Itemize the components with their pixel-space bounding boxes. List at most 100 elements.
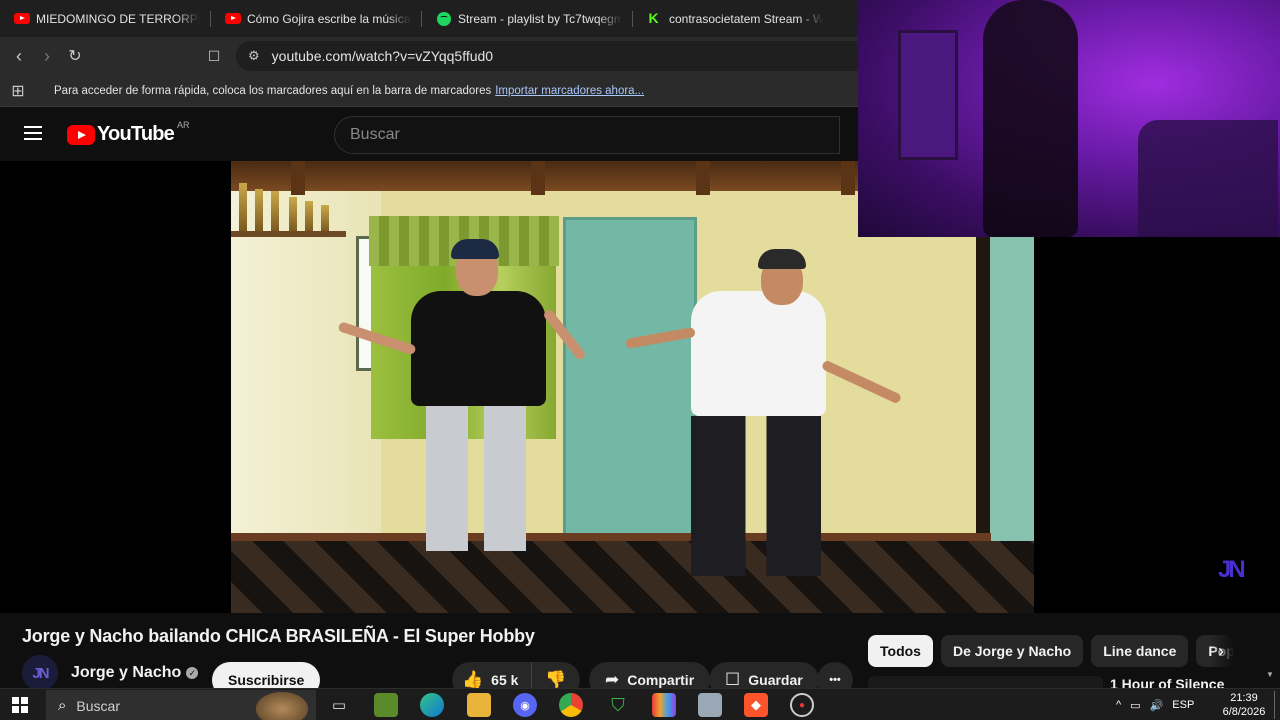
video-scene (691, 291, 826, 416)
forward-icon[interactable]: › (33, 42, 61, 70)
video-scene (531, 161, 545, 195)
verified-icon: ✓ (186, 667, 199, 679)
browser-tab[interactable]: MIEDOMINGO DE TERRORPETON (0, 0, 210, 37)
video-scene (231, 541, 1034, 613)
video-scene (271, 191, 279, 231)
spotify-icon (436, 11, 452, 27)
thumbs-down-icon: 👎 (545, 670, 567, 689)
notepad-icon[interactable] (698, 693, 722, 717)
windows-start-icon[interactable] (12, 697, 28, 713)
video-scene (231, 231, 346, 237)
channel-name-text: Jorge y Nacho (71, 664, 182, 681)
chrome-icon[interactable] (559, 693, 583, 717)
clock[interactable]: 21:39 6/8/2026 (1222, 691, 1266, 719)
date: 6/8/2026 (1222, 706, 1266, 718)
tab-title: contrasocietatem Stream - Watch (669, 11, 823, 26)
chip-channel[interactable]: De Jorge y Nacho (940, 635, 1084, 667)
import-bookmarks-link[interactable]: Importar marcadores ahora... (495, 85, 644, 97)
minecraft-icon[interactable] (374, 693, 398, 717)
like-count: 65 k (491, 672, 519, 688)
brave-icon[interactable]: ◆ (744, 693, 768, 717)
browser-tab[interactable]: K contrasocietatem Stream - Watch (633, 0, 833, 37)
save-playlist-icon: ☐ (725, 670, 741, 689)
menu-icon[interactable] (24, 126, 42, 140)
app-icon[interactable] (652, 693, 676, 717)
video-scene (321, 205, 329, 231)
browser-tab[interactable]: Stream - playlist by Tc7twqegm4 (422, 0, 632, 37)
obs-icon[interactable]: ● (790, 693, 814, 717)
chip-all[interactable]: Todos (868, 635, 933, 667)
tab-title: Cómo Gojira escribe la música M (247, 11, 411, 26)
site-settings-icon[interactable]: ⚙ (248, 48, 260, 64)
file-explorer-icon[interactable] (467, 693, 491, 717)
shield-icon[interactable]: ⛉ (606, 693, 630, 717)
browser-tab[interactable]: Cómo Gojira escribe la música M (211, 0, 421, 37)
video-scene (841, 161, 855, 195)
filter-chips: Todos De Jorge y Nacho Line dance Pop (868, 635, 1242, 667)
tab-title: MIEDOMINGO DE TERRORPETON (36, 11, 200, 26)
save-label: Guardar (748, 672, 803, 688)
video-scene (411, 291, 546, 406)
video-scene (255, 189, 263, 231)
video-scene (758, 249, 806, 269)
video-scene (305, 201, 313, 231)
video-scene (291, 161, 305, 195)
youtube-play-icon (67, 124, 95, 145)
webcam-scene (898, 30, 958, 160)
search-placeholder: Buscar (350, 126, 400, 143)
youtube-icon (14, 11, 30, 27)
youtube-logo[interactable]: YouTube AR (67, 119, 190, 146)
video-scene (696, 161, 710, 195)
volume-icon[interactable]: 🔊 (1150, 699, 1164, 712)
share-label: Compartir (627, 672, 695, 688)
edge-icon[interactable] (420, 693, 444, 717)
dislike-button[interactable]: 👎 (532, 670, 580, 690)
task-view-icon[interactable]: ▭ (327, 693, 351, 717)
video-scene (289, 197, 297, 231)
webcam-scene (983, 0, 1078, 237)
channel-watermark[interactable]: JN (1218, 556, 1246, 584)
video-scene (426, 406, 526, 551)
screen: MIEDOMINGO DE TERRORPETON Cómo Gojira es… (0, 0, 1280, 720)
taskbar-search-input[interactable]: ⌕ Buscar (46, 690, 316, 720)
taskbar-search-placeholder: Buscar (76, 697, 120, 714)
search-input[interactable]: Buscar (334, 116, 840, 154)
reload-icon[interactable]: ↻ (61, 42, 89, 70)
bookmark-icon[interactable]: ☐ (200, 42, 228, 70)
windows-taskbar: ⌕ Buscar ▭ ◉ ⛉ ◆ ● ^ ▭ 🔊 ESP 21:39 6/8/2… (0, 688, 1280, 720)
webcam-scene (1138, 120, 1278, 237)
video-scene (691, 416, 821, 576)
youtube-icon (225, 11, 241, 27)
system-tray: ^ ▭ 🔊 ESP (1116, 689, 1203, 720)
show-desktop-button[interactable] (1274, 691, 1275, 719)
player-letterbox-right (1034, 237, 1280, 613)
share-icon: ➦ (605, 670, 620, 689)
avatar[interactable]: JN (22, 655, 58, 691)
channel-owner: JN Jorge y Nacho ✓ (22, 655, 199, 691)
search-highlight-image (256, 692, 308, 720)
network-icon[interactable]: ▭ (1130, 699, 1140, 712)
channel-name[interactable]: Jorge y Nacho ✓ (71, 664, 199, 682)
webcam-overlay (858, 0, 1280, 237)
video-scene (451, 239, 499, 259)
bookmarks-message: Para acceder de forma rápida, coloca los… (54, 84, 492, 97)
chip-line-dance[interactable]: Line dance (1091, 635, 1189, 667)
apps-grid-icon[interactable]: ⊞ (0, 81, 36, 101)
search-icon: ⌕ (58, 697, 67, 714)
tab-title: Stream - playlist by Tc7twqegm4 (458, 11, 622, 26)
url-text: youtube.com/watch?v=vZYqq5ffud0 (271, 48, 494, 64)
video-scene (239, 183, 247, 231)
time: 21:39 (1230, 692, 1258, 704)
kick-icon: K (648, 10, 659, 26)
player-letterbox-left (0, 161, 231, 613)
logo-text: YouTube (97, 123, 175, 145)
country-code: AR (176, 119, 190, 130)
video-scene (563, 217, 697, 539)
chevron-up-icon[interactable]: ^ (1116, 699, 1121, 711)
chevron-right-icon[interactable]: › (1208, 638, 1234, 664)
language-indicator[interactable]: ESP (1172, 699, 1194, 711)
address-bar[interactable]: ⚙ youtube.com/watch?v=vZYqq5ffud0 (236, 41, 936, 71)
scroll-down-icon[interactable]: ▼ (1266, 670, 1276, 679)
discord-icon[interactable]: ◉ (513, 693, 537, 717)
back-icon[interactable]: ‹ (5, 42, 33, 70)
